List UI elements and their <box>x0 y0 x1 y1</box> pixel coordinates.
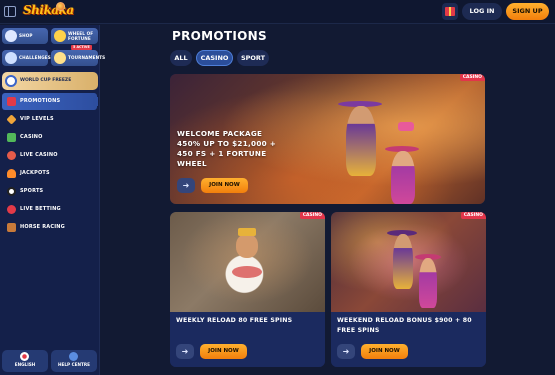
language-label: ENGLISH <box>14 362 36 367</box>
filter-casino[interactable]: CASINO <box>196 50 233 66</box>
cowgirl-figure <box>391 151 415 204</box>
tournaments-active-badge: 5 ACTIVE <box>71 45 92 50</box>
gift-icon <box>445 7 455 16</box>
casino-badge: CASINO <box>460 212 486 219</box>
jackpot-icon <box>7 169 16 178</box>
sidebar-item-label: JACKPOTS <box>20 170 50 176</box>
language-button[interactable]: ENGLISH <box>2 350 48 372</box>
sidebar-item-label: PROMOTIONS <box>20 98 61 104</box>
wheel-of-fortune-tile[interactable]: WHEEL OF FORTUNE <box>51 28 98 44</box>
casino-badge: CASINO <box>459 74 485 81</box>
wheel-icon <box>54 30 66 42</box>
cards-icon <box>7 133 16 142</box>
shop-tile[interactable]: SHOP <box>2 28 48 44</box>
sidebar-item-live-casino[interactable]: LIVE CASINO <box>2 147 97 164</box>
weekend-reload-footer: WEEKEND RELOAD BONUS $900 + 80 FREE SPIN… <box>331 312 486 367</box>
welcome-package-card[interactable]: CASINO WELCOME PACKAGE 450% UP TO $21,00… <box>170 74 485 204</box>
help-label: HELP CENTRE <box>58 362 90 367</box>
help-centre-button[interactable]: HELP CENTRE <box>51 350 97 372</box>
sidebar-item-live-betting[interactable]: LIVE BETTING <box>2 201 97 218</box>
tournaments-tile[interactable]: TOURNAMENTS <box>51 50 105 66</box>
crown-icon <box>238 228 256 236</box>
sidebar: SHOP WHEEL OF FORTUNE CHALLENGES TOURNAME… <box>0 25 105 375</box>
pistol-icon <box>398 122 414 131</box>
sidebar-item-casino[interactable]: CASINO <box>2 129 97 146</box>
weekend-details-arrow-button[interactable] <box>337 344 355 359</box>
weekly-reload-artwork <box>170 212 325 312</box>
weekend-reload-title: WEEKEND RELOAD BONUS $900 + 80 FREE SPIN… <box>337 317 472 334</box>
sidebar-item-vip-levels[interactable]: VIP LEVELS <box>2 111 97 128</box>
page-title: PROMOTIONS <box>172 29 267 43</box>
weekend-reload-card[interactable]: CASINO WEEKEND RELOAD BONUS $900 + 80 FR… <box>331 212 486 367</box>
tile-label: WHEEL OF FORTUNE <box>68 31 94 41</box>
tile-label: SHOP <box>19 33 33 38</box>
trophy-icon <box>54 52 66 64</box>
sidebar-item-label: CASINO <box>20 134 43 140</box>
login-button[interactable]: LOG IN <box>462 3 502 20</box>
shop-icon <box>5 30 17 42</box>
challenges-tile[interactable]: CHALLENGES <box>2 50 51 66</box>
logo-emblem-icon <box>56 2 65 11</box>
sidebar-item-label: SPORTS <box>20 188 44 194</box>
site-logo[interactable]: Shikaka <box>23 3 74 17</box>
football-icon <box>5 75 17 87</box>
signup-button[interactable]: SIGN UP <box>506 3 549 20</box>
king-figure <box>236 234 258 258</box>
cowgirl-figure <box>419 258 437 308</box>
tile-label: TOURNAMENTS <box>68 55 106 60</box>
weekly-reload-footer: WEEKLY RELOAD 80 FREE SPINS JOIN NOW <box>170 312 325 367</box>
collapse-handle[interactable] <box>93 97 98 106</box>
top-header: Shikaka LOG IN SIGN UP <box>0 0 555 24</box>
cowboy-figure <box>393 234 413 289</box>
casino-badge: CASINO <box>299 212 325 219</box>
filter-all[interactable]: ALL <box>170 50 192 66</box>
tile-label: CHALLENGES <box>19 55 51 60</box>
sidebar-item-label: HORSE RACING <box>20 224 65 230</box>
world-cup-freeze-banner[interactable]: WORLD CUP FREEZE <box>2 72 98 90</box>
help-icon <box>69 352 78 361</box>
ball-icon <box>7 187 16 196</box>
diamond-icon <box>6 114 17 125</box>
sidebar-item-label: VIP LEVELS <box>20 116 54 122</box>
welcome-join-button[interactable]: JOIN NOW <box>201 178 248 193</box>
rose-petals <box>232 266 262 278</box>
cowboy-figure <box>346 106 376 176</box>
sidebar-item-horse-racing[interactable]: HORSE RACING <box>2 219 97 236</box>
banner-label: WORLD CUP FREEZE <box>20 78 72 83</box>
filter-sport[interactable]: SPORT <box>237 50 269 66</box>
sidebar-item-promotions[interactable]: PROMOTIONS <box>2 93 98 110</box>
weekly-details-arrow-button[interactable] <box>176 344 194 359</box>
gift-icon <box>7 97 16 106</box>
welcome-package-title: WELCOME PACKAGE 450% UP TO $21,000 + 450… <box>177 129 277 168</box>
sidebar-item-label: LIVE CASINO <box>20 152 58 158</box>
welcome-details-arrow-button[interactable] <box>177 178 195 193</box>
gift-button[interactable] <box>442 3 458 20</box>
sidebar-toggle-icon[interactable] <box>4 6 16 17</box>
sidebar-item-sports[interactable]: SPORTS <box>2 183 97 200</box>
weekend-reload-artwork <box>331 212 486 312</box>
weekly-join-button[interactable]: JOIN NOW <box>200 344 247 359</box>
weekend-join-button[interactable]: JOIN NOW <box>361 344 408 359</box>
weekly-reload-card[interactable]: CASINO WEEKLY RELOAD 80 FREE SPINS JOIN … <box>170 212 325 367</box>
horse-icon <box>7 223 16 232</box>
sidebar-item-jackpots[interactable]: JACKPOTS <box>2 165 97 182</box>
roulette-icon <box>7 151 16 160</box>
live-icon <box>7 205 16 214</box>
sidebar-item-label: LIVE BETTING <box>20 206 61 212</box>
medal-icon <box>5 52 17 64</box>
weekly-reload-title: WEEKLY RELOAD 80 FREE SPINS <box>176 317 293 324</box>
flag-icon <box>20 352 29 361</box>
